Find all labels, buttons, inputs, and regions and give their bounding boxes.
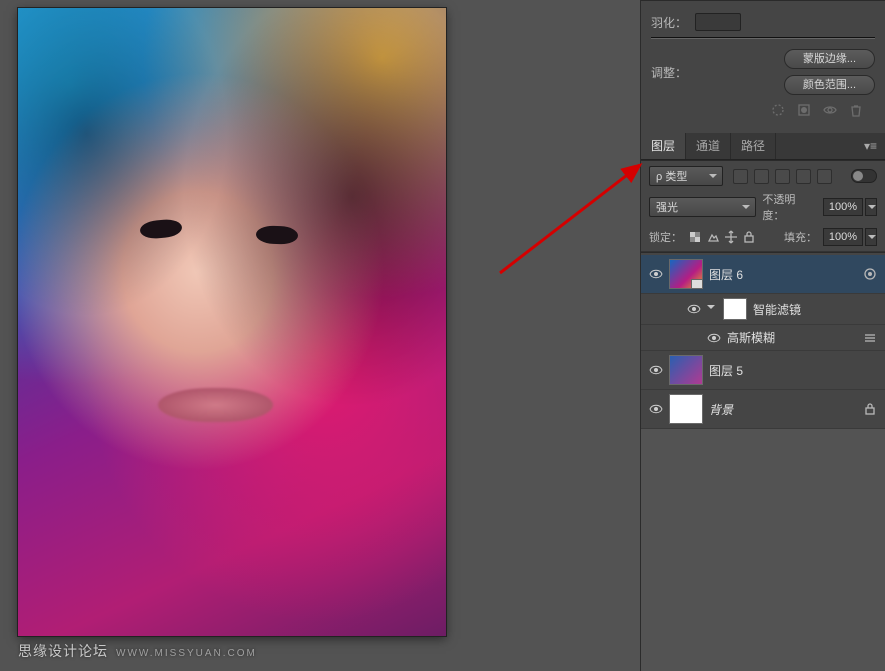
watermark-text: 思缘设计论坛 [18, 641, 108, 661]
blend-mode-dropdown[interactable]: 强光 [649, 197, 756, 217]
layer-thumbnail[interactable] [669, 394, 703, 424]
feather-slider[interactable] [651, 37, 875, 39]
fill-input[interactable]: 100% [823, 228, 863, 246]
canvas-area: 思缘设计论坛 WWW.MISSYUAN.COM [0, 0, 640, 671]
smart-object-badge [691, 279, 703, 289]
right-panels-column: 羽化： 调整： 蒙版边缘... 颜色范围... 图层 通道 路径 ▾≡ ρ 类型 [640, 0, 885, 671]
expand-triangle-icon[interactable] [707, 305, 715, 313]
lock-image-icon[interactable] [706, 230, 720, 244]
opacity-label: 不透明度： [762, 191, 817, 223]
layer-name[interactable]: 背景 [709, 401, 733, 418]
tab-channels[interactable]: 通道 [686, 133, 731, 159]
smart-filters-label: 智能滤镜 [753, 301, 801, 318]
visibility-toggle[interactable] [649, 402, 663, 416]
layer-thumbnail[interactable] [669, 355, 703, 385]
filter-pixel-icon[interactable] [733, 169, 748, 184]
document-image[interactable] [18, 8, 446, 636]
lock-icon [863, 402, 877, 416]
adjust-label: 调整： [651, 64, 687, 81]
lock-label: 锁定： [649, 229, 682, 245]
filter-type-icon[interactable] [775, 169, 790, 184]
layers-panel-tabs: 图层 通道 路径 ▾≡ [641, 133, 885, 160]
opacity-dropdown-button[interactable] [865, 198, 877, 216]
delete-mask-icon[interactable] [849, 103, 863, 117]
filter-shape-icon[interactable] [796, 169, 811, 184]
apply-mask-icon[interactable] [797, 103, 811, 117]
tab-layers[interactable]: 图层 [641, 133, 686, 159]
visibility-toggle[interactable] [649, 267, 663, 281]
layers-list: 图层 6 智能滤镜 高斯模糊 [641, 252, 885, 429]
layer-name[interactable]: 图层 6 [709, 266, 743, 283]
filter-mask-thumbnail[interactable] [723, 298, 747, 320]
lock-all-icon[interactable] [742, 230, 756, 244]
mask-edge-button[interactable]: 蒙版边缘... [784, 49, 875, 69]
color-range-button[interactable]: 颜色范围... [784, 75, 875, 95]
filter-name[interactable]: 高斯模糊 [727, 329, 775, 346]
opacity-input[interactable]: 100% [823, 198, 863, 216]
fill-dropdown-button[interactable] [865, 228, 877, 246]
annotation-arrow [480, 155, 660, 285]
layer-row-background[interactable]: 背景 [641, 390, 885, 429]
layer-panel-controls: ρ 类型 强光 不透明度： 100% 锁定： [641, 160, 885, 252]
filter-smart-icon[interactable] [817, 169, 832, 184]
watermark: 思缘设计论坛 WWW.MISSYUAN.COM [18, 641, 257, 661]
panel-menu-icon[interactable]: ▾≡ [856, 135, 885, 157]
tab-paths[interactable]: 路径 [731, 133, 776, 159]
toggle-visibility-icon[interactable] [823, 103, 837, 117]
visibility-toggle[interactable] [687, 302, 701, 316]
fill-label: 填充： [784, 229, 817, 245]
lock-transparent-icon[interactable] [688, 230, 702, 244]
load-selection-icon[interactable] [771, 103, 785, 117]
filter-kind-icons [733, 169, 832, 184]
lock-position-icon[interactable] [724, 230, 738, 244]
layer-filter-indicator-icon[interactable] [863, 267, 877, 281]
filter-kind-dropdown[interactable]: ρ 类型 [649, 166, 723, 186]
layer-thumbnail[interactable] [669, 259, 703, 289]
filter-blending-options-icon[interactable] [863, 331, 877, 345]
feather-label: 羽化： [651, 14, 687, 31]
filter-adjust-icon[interactable] [754, 169, 769, 184]
visibility-toggle[interactable] [649, 363, 663, 377]
filter-row-gaussian[interactable]: 高斯模糊 [641, 325, 885, 351]
layer-name[interactable]: 图层 5 [709, 362, 743, 379]
filter-toggle[interactable] [851, 169, 877, 183]
properties-panel: 羽化： 调整： 蒙版边缘... 颜色范围... [641, 0, 885, 133]
layer-row-layer6[interactable]: 图层 6 [641, 255, 885, 294]
layer-row-layer5[interactable]: 图层 5 [641, 351, 885, 390]
feather-value-input[interactable] [695, 13, 741, 31]
smart-filters-row[interactable]: 智能滤镜 [641, 294, 885, 325]
visibility-toggle[interactable] [707, 331, 721, 345]
watermark-url: WWW.MISSYUAN.COM [116, 648, 257, 659]
